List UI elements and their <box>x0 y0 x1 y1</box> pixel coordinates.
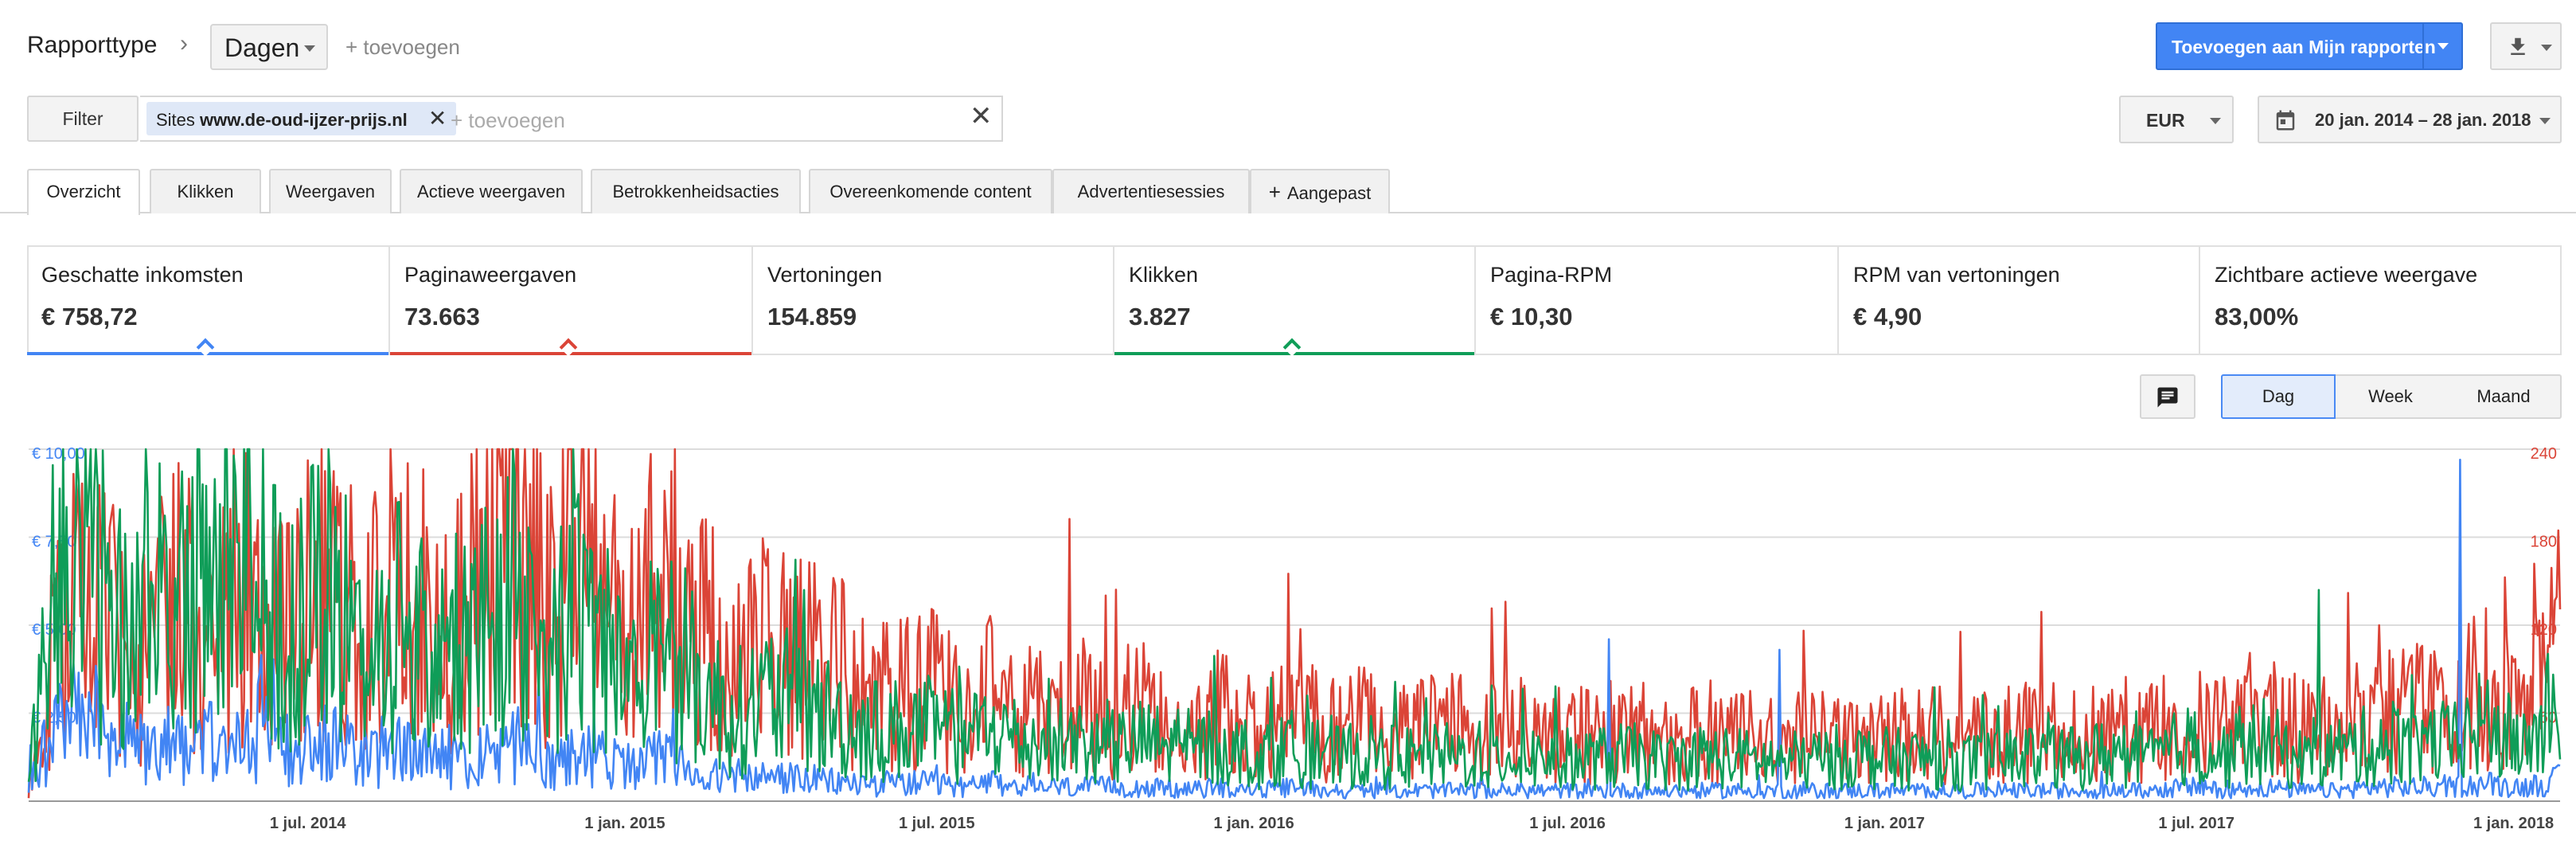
report-type-dropdown[interactable]: Dagen <box>210 24 328 70</box>
button-divider <box>2422 24 2424 68</box>
metric-value: € 758,72 <box>41 303 138 331</box>
x-tick-label: 1 jul. 2015 <box>899 815 975 832</box>
filter-button[interactable]: Filter <box>27 96 139 142</box>
x-tick-label: 1 jul. 2016 <box>1529 815 1606 832</box>
plus-icon: + <box>1268 180 1281 204</box>
metric-card-active-view[interactable]: Zichtbare actieve weergave 83,00% <box>2200 245 2562 355</box>
x-tick-label: 1 jul. 2014 <box>270 815 346 832</box>
metric-card-impression-rpm[interactable]: RPM van vertoningen € 4,90 <box>1839 245 2200 355</box>
x-tick-label: 1 jan. 2015 <box>584 815 665 832</box>
report-type-value: Dagen <box>224 33 300 62</box>
metric-card-impressions[interactable]: Vertoningen 154.859 <box>753 245 1114 355</box>
add-report-type-link[interactable]: + toevoegen <box>345 35 460 60</box>
metric-name: RPM van vertoningen <box>1853 263 2060 287</box>
metric-name: Pagina-RPM <box>1490 263 1613 287</box>
date-range-value: 20 jan. 2014 – 28 jan. 2018 <box>2315 110 2531 130</box>
metric-card-page-rpm[interactable]: Pagina-RPM € 10,30 <box>1476 245 1839 355</box>
granularity-week[interactable]: Week <box>2334 374 2449 419</box>
x-tick-label: 1 jan. 2018 <box>2473 815 2554 832</box>
download-icon <box>2511 37 2525 55</box>
metric-value: € 10,30 <box>1490 303 1573 331</box>
chevron-down-icon <box>2210 118 2221 124</box>
date-range-picker[interactable]: 20 jan. 2014 – 28 jan. 2018 <box>2258 96 2562 143</box>
granularity-month[interactable]: Maand <box>2447 374 2562 419</box>
metric-name: Zichtbare actieve weergave <box>2215 263 2478 287</box>
currency-value: EUR <box>2146 110 2185 131</box>
clear-filters-icon[interactable]: ✕ <box>970 100 993 132</box>
metric-name: Geschatte inkomsten <box>41 263 244 287</box>
x-tick-label: 1 jan. 2016 <box>1214 815 1294 832</box>
currency-dropdown[interactable]: EUR <box>2119 96 2234 143</box>
metric-value: 83,00% <box>2215 303 2299 331</box>
add-to-my-reports-label: Toevoegen aan Mijn rapporten <box>2172 37 2436 57</box>
filter-add-placeholder[interactable]: + toevoegen <box>451 108 565 133</box>
chevron-down-icon <box>304 45 315 52</box>
tab-advertentiesessies[interactable]: Advertentiesessies <box>1052 169 1250 213</box>
tab-actieve-weergaven[interactable]: Actieve weergaven <box>400 169 583 213</box>
add-to-my-reports-button[interactable]: Toevoegen aan Mijn rapporten <box>2156 22 2463 70</box>
y-right-tick-label: 240 <box>2531 445 2557 463</box>
metric-name: Vertoningen <box>767 263 883 287</box>
x-tick-label: 1 jan. 2017 <box>1844 815 1925 832</box>
metric-name: Paginaweergaven <box>404 263 577 287</box>
metric-name: Klikken <box>1129 263 1199 287</box>
y-right-tick-label: 180 <box>2531 534 2557 551</box>
metric-value: 3.827 <box>1129 303 1191 331</box>
download-button[interactable] <box>2490 22 2562 70</box>
tab-betrokkenheidsacties[interactable]: Betrokkenheidsacties <box>591 169 801 213</box>
granularity-day[interactable]: Dag <box>2221 374 2336 419</box>
close-icon[interactable]: ✕ <box>428 106 447 131</box>
tab-overeenkomende-content[interactable]: Overeenkomende content <box>809 169 1052 213</box>
page-title: Rapporttype <box>27 32 158 58</box>
chip-prefix: Sites <box>156 110 195 130</box>
metric-value: 154.859 <box>767 303 857 331</box>
metric-card-revenue[interactable]: Geschatte inkomsten € 758,72 <box>27 245 390 357</box>
comment-icon <box>2157 387 2178 408</box>
chevron-down-icon[interactable] <box>2437 43 2449 49</box>
metric-value: 73.663 <box>404 303 480 331</box>
annotation-button[interactable] <box>2140 374 2195 419</box>
tab-weergaven[interactable]: Weergaven <box>269 169 392 213</box>
chevron-down-icon <box>2541 45 2552 51</box>
chevron-down-icon <box>2539 118 2551 124</box>
tab-klikken[interactable]: Klikken <box>150 169 261 213</box>
x-tick-label: 1 jul. 2017 <box>2158 815 2234 832</box>
chip-value: www.de-oud-ijzer-prijs.nl <box>200 110 408 130</box>
performance-chart[interactable]: € 2,50€ 5,00€ 7,50€ 10,00601201802401 ju… <box>0 430 2576 841</box>
metric-card-clicks[interactable]: Klikken 3.827 <box>1114 245 1476 357</box>
metric-card-pageviews[interactable]: Paginaweergaven 73.663 <box>390 245 753 357</box>
calendar-icon <box>2276 110 2295 131</box>
tab-overzicht[interactable]: Overzicht <box>27 169 140 215</box>
metric-value: € 4,90 <box>1853 303 1922 331</box>
site-filter-chip[interactable]: Sites www.de-oud-ijzer-prijs.nl ✕ <box>146 102 457 135</box>
tab-aangepast-label: Aangepast <box>1286 183 1372 203</box>
chevron-right-icon: › <box>180 30 188 57</box>
tab-aangepast[interactable]: + Aangepast <box>1250 169 1390 213</box>
